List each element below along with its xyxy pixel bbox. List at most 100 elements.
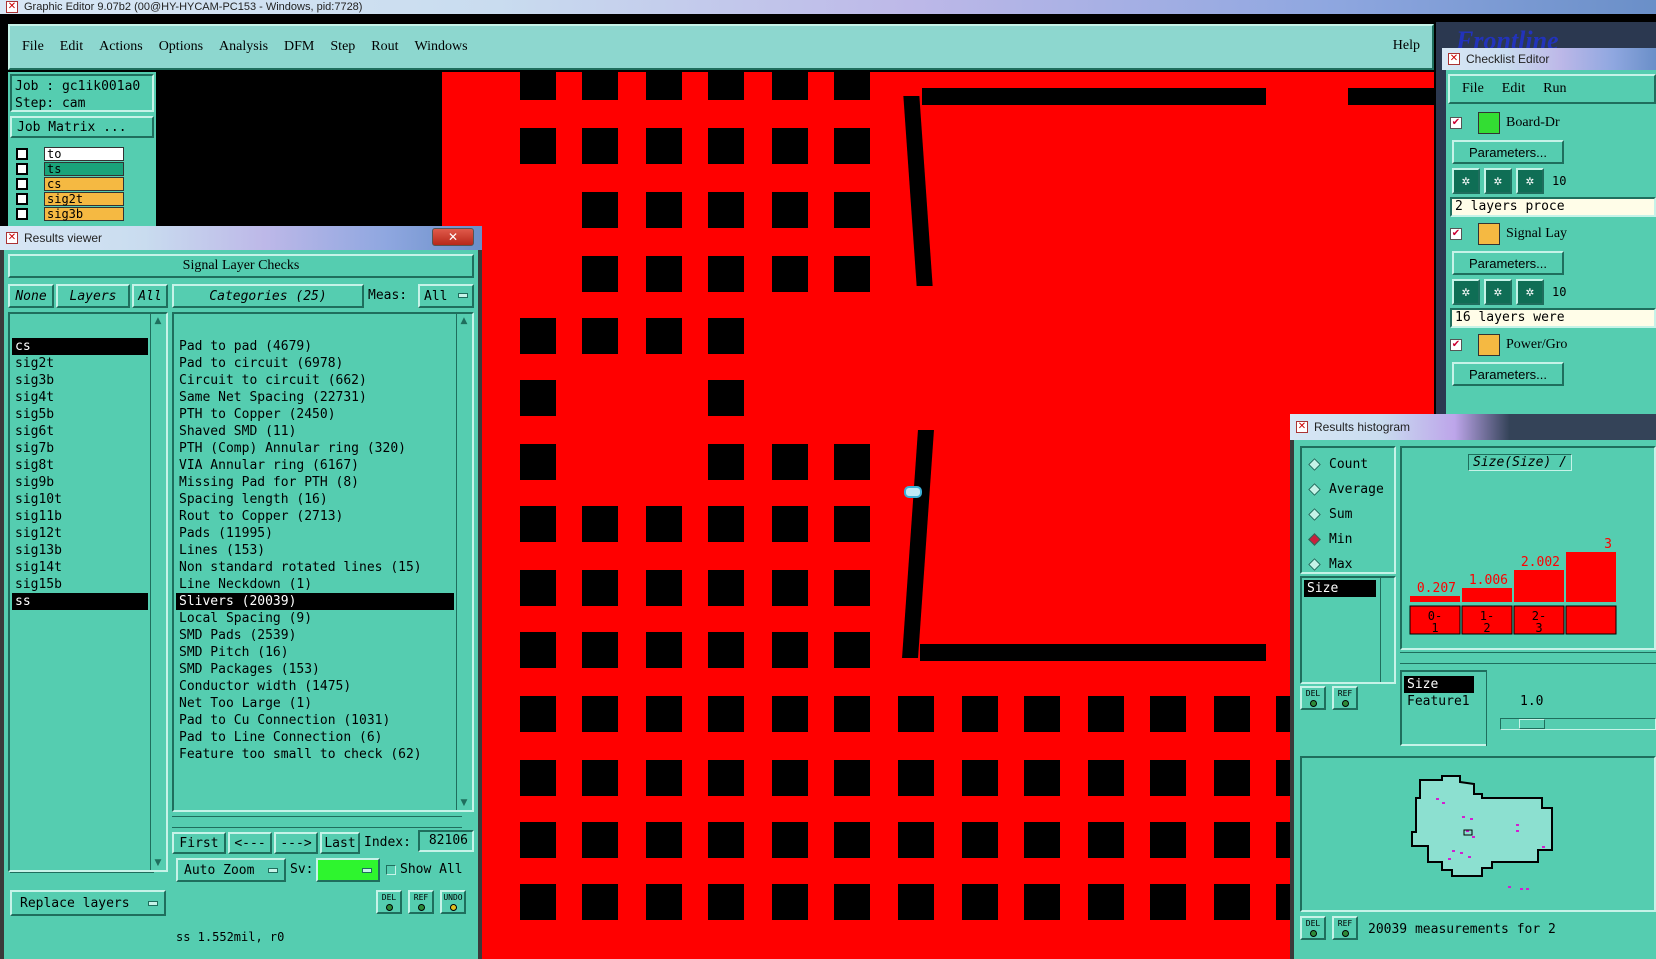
mini-layer-row[interactable]: to <box>12 146 152 161</box>
action-header[interactable]: ✔ Signal Lay <box>1450 221 1656 247</box>
categories-scrollbar[interactable]: ▲ ▼ <box>456 314 472 810</box>
action-header[interactable]: ✔ Power/Gro <box>1450 332 1656 358</box>
menu-file[interactable]: File <box>22 39 44 55</box>
radio-icon[interactable] <box>1308 508 1321 521</box>
layer-item[interactable]: sig6t <box>12 423 148 440</box>
category-item[interactable]: Pad to Cu Connection (1031) <box>176 712 454 729</box>
layer-item[interactable]: sig9b <box>12 474 148 491</box>
layer-item[interactable]: sig7b <box>12 440 148 457</box>
category-item[interactable]: Conductor width (1475) <box>176 678 454 695</box>
categories-button[interactable]: Categories (25) <box>172 284 364 308</box>
action-header[interactable]: ✔ Board-Dr <box>1450 110 1656 136</box>
layers-hscrollbar[interactable] <box>10 872 154 884</box>
checklist-menu-run[interactable]: Run <box>1543 81 1566 97</box>
radio-icon[interactable] <box>1308 533 1321 546</box>
option-sum[interactable]: Sum <box>1308 502 1394 527</box>
all-button[interactable]: All <box>132 284 168 308</box>
category-item[interactable]: VIA Annular ring (6167) <box>176 457 454 474</box>
layer-item[interactable]: sig13b <box>12 542 148 559</box>
category-item[interactable]: Circuit to circuit (662) <box>176 372 454 389</box>
parameters-button[interactable]: Parameters... <box>1452 251 1564 275</box>
menu-step[interactable]: Step <box>330 39 355 55</box>
layer-item[interactable]: sig8t <box>12 457 148 474</box>
slider-handle[interactable] <box>1519 719 1545 729</box>
category-item[interactable]: Line Neckdown (1) <box>176 576 454 593</box>
mini-layer-row[interactable]: sig2t <box>12 191 152 206</box>
scroll-down-icon[interactable]: ▼ <box>151 856 165 870</box>
layer-checkbox-icon[interactable] <box>16 207 28 220</box>
category-item[interactable]: Slivers (20039) <box>176 593 454 610</box>
category-item[interactable]: Pad to Line Connection (6) <box>176 729 454 746</box>
scroll-up-icon[interactable]: ▲ <box>457 314 471 328</box>
option-count[interactable]: Count <box>1308 452 1394 477</box>
category-item[interactable]: Same Net Spacing (22731) <box>176 389 454 406</box>
del-icon-button[interactable]: DEL <box>376 890 402 914</box>
help-menu[interactable]: Help <box>1393 38 1420 54</box>
radio-icon[interactable] <box>1308 483 1321 496</box>
category-item[interactable]: Shaved SMD (11) <box>176 423 454 440</box>
category-item[interactable]: Non standard rotated lines (15) <box>176 559 454 576</box>
mini-layer-row[interactable]: sig3b <box>12 206 152 221</box>
category-item[interactable]: Rout to Copper (2713) <box>176 508 454 525</box>
clear-icon[interactable]: ✲ <box>1516 168 1544 194</box>
scroll-up-icon[interactable]: ▲ <box>151 314 165 328</box>
category-item[interactable]: Feature too small to check (62) <box>176 746 454 763</box>
layer-item[interactable]: sig12t <box>12 525 148 542</box>
histogram-bar[interactable] <box>1462 588 1512 602</box>
ref-icon-button[interactable]: REF <box>408 890 434 914</box>
category-item[interactable]: Spacing length (16) <box>176 491 454 508</box>
feature-list-scrollbar[interactable] <box>1486 670 1500 746</box>
severity-dropdown[interactable] <box>316 858 380 882</box>
menu-edit[interactable]: Edit <box>60 39 83 55</box>
layer-item[interactable]: sig15b <box>12 576 148 593</box>
chart-hscrollbar[interactable] <box>1400 652 1656 664</box>
category-item[interactable]: SMD Packages (153) <box>176 661 454 678</box>
del-icon-button[interactable]: DEL <box>1300 686 1326 710</box>
menu-windows[interactable]: Windows <box>415 39 468 55</box>
layer-checkbox-icon[interactable] <box>16 162 28 175</box>
option-min[interactable]: Min <box>1308 527 1394 552</box>
replace-layers-dropdown[interactable]: Replace layers <box>10 890 166 916</box>
menu-analysis[interactable]: Analysis <box>219 39 268 55</box>
layer-item[interactable]: sig4t <box>12 389 148 406</box>
category-item[interactable]: Local Spacing (9) <box>176 610 454 627</box>
category-item[interactable]: Net Too Large (1) <box>176 695 454 712</box>
ref-icon-button[interactable]: REF <box>1332 916 1358 940</box>
size-list-item[interactable]: Size <box>1304 580 1376 597</box>
prev-button[interactable]: <--- <box>228 832 272 854</box>
category-item[interactable]: SMD Pads (2539) <box>176 627 454 644</box>
view-icon[interactable]: ✲ <box>1484 168 1512 194</box>
board-minimap[interactable] <box>1300 756 1656 912</box>
del-icon-button[interactable]: DEL <box>1300 916 1326 940</box>
radio-icon[interactable] <box>1308 558 1321 571</box>
feature-list-item[interactable]: Size <box>1404 676 1474 693</box>
category-item[interactable]: Missing Pad for PTH (8) <box>176 474 454 491</box>
mini-layer-row[interactable]: cs <box>12 176 152 191</box>
mini-layer-row[interactable]: ts <box>12 161 152 176</box>
radio-icon[interactable] <box>1308 458 1321 471</box>
first-button[interactable]: First <box>172 832 226 854</box>
checklist-menu-edit[interactable]: Edit <box>1502 81 1525 97</box>
layer-item[interactable]: sig10t <box>12 491 148 508</box>
action-check-icon[interactable]: ✔ <box>1450 228 1462 240</box>
layer-item[interactable]: sig11b <box>12 508 148 525</box>
menu-options[interactable]: Options <box>159 39 203 55</box>
action-check-icon[interactable]: ✔ <box>1450 339 1462 351</box>
scale-slider[interactable] <box>1500 718 1656 730</box>
category-item[interactable]: SMD Pitch (16) <box>176 644 454 661</box>
category-item[interactable]: PTH (Comp) Annular ring (320) <box>176 440 454 457</box>
parameters-button[interactable]: Parameters... <box>1452 362 1564 386</box>
scroll-down-icon[interactable]: ▼ <box>457 796 471 810</box>
layers-scrollbar[interactable]: ▲ ▼ <box>150 314 166 870</box>
menu-actions[interactable]: Actions <box>99 39 143 55</box>
layer-checkbox-icon[interactable] <box>16 147 28 160</box>
menu-dfm[interactable]: DFM <box>284 39 314 55</box>
layer-item[interactable]: sig2t <box>12 355 148 372</box>
clear-icon[interactable]: ✲ <box>1516 279 1544 305</box>
auto-zoom-dropdown[interactable]: Auto Zoom <box>176 858 286 882</box>
option-average[interactable]: Average <box>1308 477 1394 502</box>
category-item[interactable]: PTH to Copper (2450) <box>176 406 454 423</box>
run-icon[interactable]: ✲ <box>1452 168 1480 194</box>
layers-button[interactable]: Layers <box>56 284 130 308</box>
view-icon[interactable]: ✲ <box>1484 279 1512 305</box>
